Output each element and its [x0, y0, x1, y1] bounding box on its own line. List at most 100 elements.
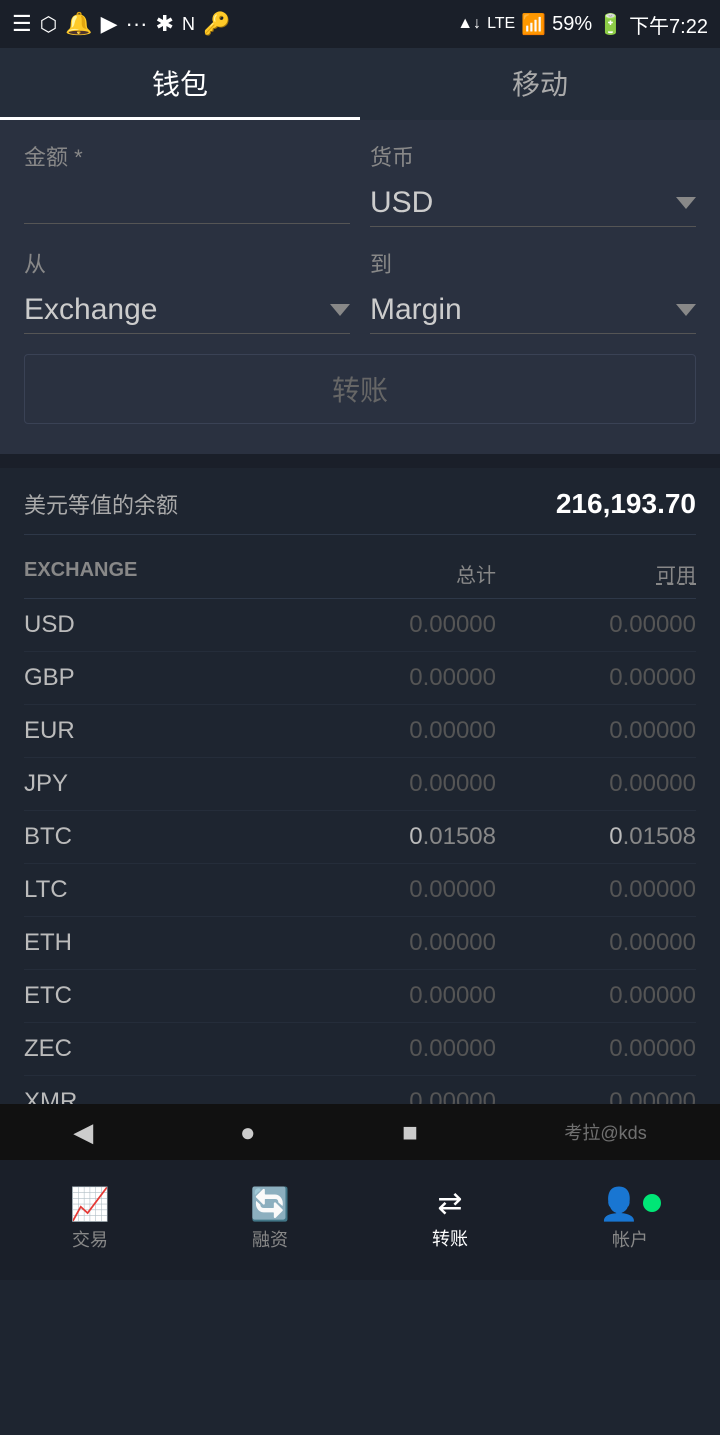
trade-icon: 📈	[70, 1188, 110, 1220]
table-row: BTC 0.01508 0.01508	[24, 811, 696, 864]
row-total: 0.00000	[204, 611, 496, 639]
android-nav-bar: ◀ ● ■ 考拉@kds	[0, 1104, 720, 1160]
menu-icon: ☰	[12, 11, 32, 37]
transfer-button[interactable]: 转账	[24, 354, 696, 424]
status-right-icons: ▲↓ LTE 📶 59% 🔋 下午7:22	[457, 10, 708, 39]
more-icon: ···	[126, 11, 148, 37]
row-available: 0.00000	[496, 611, 696, 639]
nav-account-label: 帐户	[612, 1226, 648, 1252]
nav-trade-label: 交易	[72, 1226, 108, 1252]
col-exchange-header: EXCHANGE	[24, 559, 204, 588]
table-row: ETC 0.00000 0.00000	[24, 970, 696, 1023]
row-available: 0.00000	[496, 770, 696, 798]
transfer-icon: ⇄	[437, 1189, 462, 1219]
signal-strength-icon: ▲↓	[457, 15, 481, 33]
row-available: 0.00000	[496, 664, 696, 692]
battery-percent: 59%	[552, 13, 592, 36]
online-status-dot	[643, 1194, 661, 1212]
col-available-header: 可用	[496, 559, 696, 588]
currency-value: USD	[370, 186, 433, 220]
currency-group: 货币 USD	[370, 140, 696, 227]
amount-group: 金额 *	[24, 140, 350, 227]
row-total: 0.00000	[204, 717, 496, 745]
chevron-down-icon	[676, 197, 696, 209]
recents-button[interactable]: ■	[402, 1117, 418, 1148]
finance-icon: 🔄	[250, 1188, 290, 1220]
tab-move[interactable]: 移动	[360, 48, 720, 120]
row-available: 0.00000	[496, 717, 696, 745]
battery-icon: 🔋	[598, 12, 623, 37]
table-row: USD 0.00000 0.00000	[24, 599, 696, 652]
row-available: 0.00000	[496, 876, 696, 904]
row-currency: BTC	[24, 823, 204, 851]
row-total: 0.00000	[204, 876, 496, 904]
row-total: 0.00000	[204, 1035, 496, 1063]
row-currency: ETH	[24, 929, 204, 957]
from-select[interactable]: Exchange	[24, 287, 350, 334]
row-currency: GBP	[24, 664, 204, 692]
col-total-header: 总计	[204, 559, 496, 588]
nav-trade[interactable]: 📈 交易	[0, 1188, 180, 1252]
table-row: LTC 0.00000 0.00000	[24, 864, 696, 917]
row-currency: USD	[24, 611, 204, 639]
tab-wallet[interactable]: 钱包	[0, 48, 360, 120]
row-total: 0.00000	[204, 982, 496, 1010]
amount-label: 金额 *	[24, 140, 350, 172]
to-select[interactable]: Margin	[370, 287, 696, 334]
row-currency: LTC	[24, 876, 204, 904]
nav-account[interactable]: 👤 帐户	[540, 1188, 720, 1252]
row-available: 0.00000	[496, 1035, 696, 1063]
send-icon: ▶	[101, 11, 118, 37]
balance-value: 216,193.70	[556, 488, 696, 520]
row-available: 0.01508	[496, 823, 696, 851]
nav-transfer[interactable]: ⇄ 转账	[360, 1189, 540, 1251]
from-value: Exchange	[24, 293, 157, 327]
amount-input[interactable]	[24, 180, 350, 224]
status-bar: ☰ ⬡ 🔔 ▶ ··· ✱ N 🔑 ▲↓ LTE 📶 59% 🔋 下午7:22	[0, 0, 720, 48]
table-row: EUR 0.00000 0.00000	[24, 705, 696, 758]
to-chevron-icon	[676, 304, 696, 316]
row-currency: JPY	[24, 770, 204, 798]
row-currency: ZEC	[24, 1035, 204, 1063]
key-icon: 🔑	[203, 11, 230, 37]
main-tabs: 钱包 移动	[0, 48, 720, 120]
row-available: 0.00000	[496, 982, 696, 1010]
row-total: 0.00000	[204, 929, 496, 957]
transfer-form: 金额 * 货币 USD 从 Exchange 到	[0, 120, 720, 454]
balance-section: 美元等值的余额 216,193.70	[0, 468, 720, 545]
table-row: GBP 0.00000 0.00000	[24, 652, 696, 705]
home-button[interactable]: ●	[240, 1117, 256, 1148]
nav-transfer-label: 转账	[432, 1225, 468, 1251]
from-group: 从 Exchange	[24, 247, 350, 334]
time-display: 下午7:22	[629, 10, 708, 39]
to-label: 到	[370, 247, 696, 279]
watermark: 考拉@kds	[564, 1119, 646, 1145]
account-icon: 👤	[599, 1188, 639, 1220]
table-row: JPY 0.00000 0.00000	[24, 758, 696, 811]
table-row: ETH 0.00000 0.00000	[24, 917, 696, 970]
row-total: 0.01508	[204, 823, 496, 851]
nav-finance[interactable]: 🔄 融资	[180, 1188, 360, 1252]
from-chevron-icon	[330, 304, 350, 316]
table-row: ZEC 0.00000 0.00000	[24, 1023, 696, 1076]
section-divider	[0, 454, 720, 468]
from-label: 从	[24, 247, 350, 279]
to-group: 到 Margin	[370, 247, 696, 334]
currency-label: 货币	[370, 140, 696, 172]
back-button[interactable]: ◀	[73, 1117, 93, 1148]
table-header: EXCHANGE 总计 可用	[24, 545, 696, 599]
nav-finance-label: 融资	[252, 1226, 288, 1252]
signal-bars-icon: 📶	[521, 12, 546, 37]
to-value: Margin	[370, 293, 462, 327]
row-currency: ETC	[24, 982, 204, 1010]
bluetooth-icon: ✱	[156, 11, 174, 37]
currency-select[interactable]: USD	[370, 180, 696, 227]
balance-label: 美元等值的余额	[24, 488, 178, 520]
lte-icon: LTE	[487, 15, 515, 33]
status-left-icons: ☰ ⬡ 🔔 ▶ ··· ✱ N 🔑	[12, 11, 230, 37]
nfc-icon: N	[182, 14, 195, 35]
app-icon: ⬡	[40, 12, 57, 37]
notification-icon: 🔔	[65, 11, 92, 37]
row-total: 0.00000	[204, 770, 496, 798]
bottom-navigation: 📈 交易 🔄 融资 ⇄ 转账 👤 帐户	[0, 1160, 720, 1280]
